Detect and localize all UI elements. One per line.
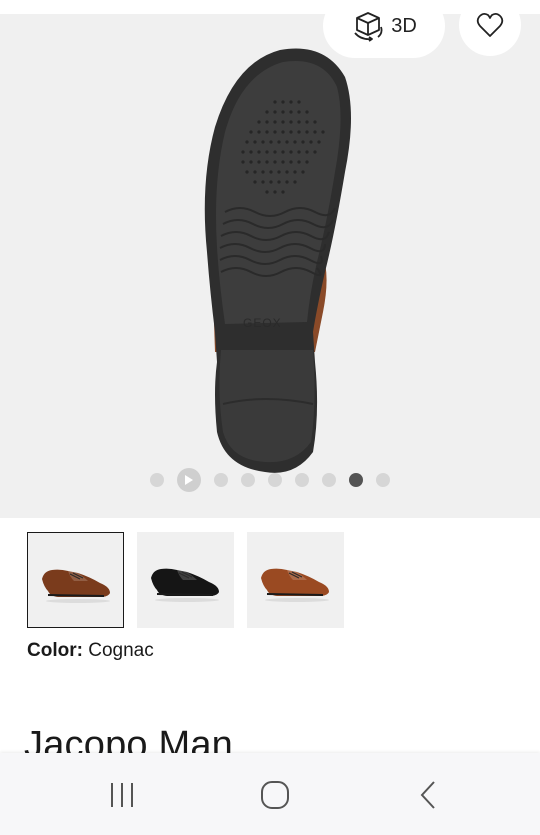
gallery-dot[interactable]: [376, 473, 390, 487]
recents-icon: [111, 783, 133, 807]
system-navigation-bar: [0, 753, 540, 835]
play-icon: [185, 475, 193, 485]
gallery-dot-active[interactable]: [349, 473, 363, 487]
gallery-video-dot[interactable]: [177, 468, 201, 492]
color-value: Cognac: [82, 640, 154, 661]
shoe-thumbnail-image: [42, 569, 110, 603]
heart-icon: [476, 12, 504, 37]
gallery-dot[interactable]: [322, 473, 336, 487]
back-button[interactable]: [398, 775, 458, 815]
shoe-sole-image: GEOX: [204, 48, 351, 473]
home-button[interactable]: [245, 775, 305, 815]
home-icon: [261, 781, 289, 809]
color-thumbnail-cognac[interactable]: [27, 532, 124, 628]
view-3d-button[interactable]: 3D: [323, 0, 445, 58]
color-thumbnails: [27, 532, 344, 628]
view-3d-label: 3D: [391, 14, 417, 37]
color-thumbnail-black[interactable]: [137, 532, 234, 628]
gallery-dot[interactable]: [295, 473, 309, 487]
color-selection-text: Color: Cognac: [27, 640, 154, 662]
gallery-dot[interactable]: [150, 473, 164, 487]
gallery-pagination: [0, 468, 540, 492]
gallery-dot[interactable]: [214, 473, 228, 487]
product-image-gallery[interactable]: GEOX: [0, 14, 540, 518]
color-thumbnail-light-brown[interactable]: [247, 532, 344, 628]
cube-3d-icon: [354, 12, 383, 42]
shoe-thumbnail-image: [261, 568, 329, 602]
svg-text:GEOX: GEOX: [243, 316, 282, 330]
gallery-dot[interactable]: [241, 473, 255, 487]
recents-button[interactable]: [92, 775, 152, 815]
shoe-thumbnail-image: [151, 568, 219, 602]
gallery-dot[interactable]: [268, 473, 282, 487]
back-icon: [420, 781, 435, 809]
color-key: Color:: [27, 640, 83, 661]
status-bar-area: [0, 0, 540, 14]
